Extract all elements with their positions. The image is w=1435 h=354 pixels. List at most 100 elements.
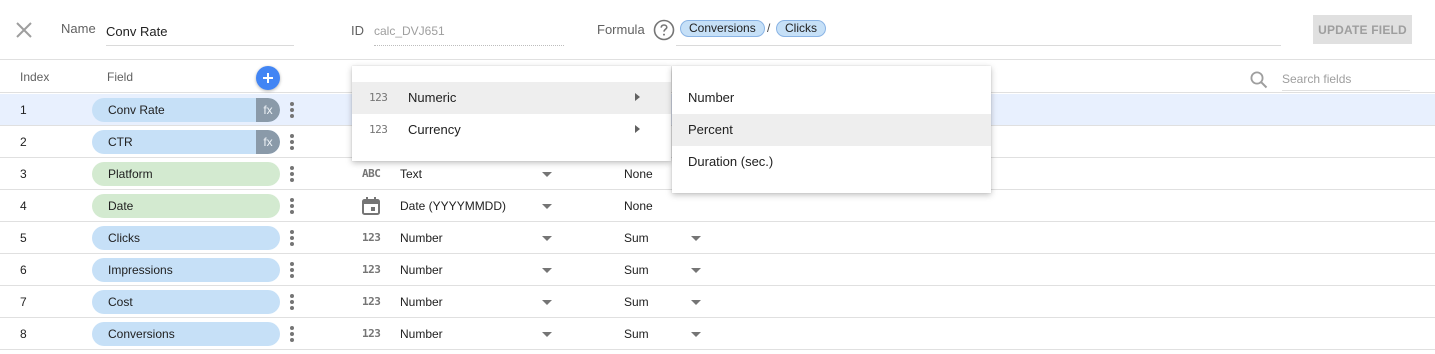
field-editor-bar: Name ID calc_DVJ651 Formula Conversions … bbox=[0, 0, 1435, 60]
row-index: 4 bbox=[20, 199, 27, 213]
aggregation-dropdown-icon[interactable] bbox=[691, 332, 701, 337]
type-select[interactable]: Text bbox=[400, 167, 422, 181]
name-label: Name bbox=[61, 21, 96, 36]
row-index: 7 bbox=[20, 295, 27, 309]
help-icon[interactable] bbox=[653, 19, 675, 41]
aggregation-value: None bbox=[624, 199, 653, 213]
field-chip[interactable]: Date bbox=[92, 194, 280, 218]
aggregation-value: None bbox=[624, 167, 653, 181]
menu-item-label: Currency bbox=[408, 122, 461, 137]
menu-item-duration[interactable]: Duration (sec.) bbox=[672, 146, 991, 178]
type-dropdown-icon[interactable] bbox=[542, 268, 552, 273]
submenu-arrow-icon bbox=[635, 93, 640, 101]
type-select[interactable]: Number bbox=[400, 327, 443, 341]
close-icon[interactable] bbox=[12, 18, 36, 42]
formula-operator: / bbox=[767, 21, 771, 35]
type-dropdown-icon[interactable] bbox=[542, 332, 552, 337]
row-index: 2 bbox=[20, 135, 27, 149]
calendar-icon bbox=[362, 197, 380, 215]
field-chip[interactable]: CTR fx bbox=[92, 130, 280, 154]
more-options-icon[interactable] bbox=[286, 166, 298, 183]
id-field[interactable]: calc_DVJ651 bbox=[374, 18, 564, 46]
type-menu: 123 Numeric 123 Currency bbox=[352, 66, 671, 161]
more-options-icon[interactable] bbox=[286, 262, 298, 279]
menu-item-numeric[interactable]: 123 Numeric bbox=[352, 82, 671, 114]
more-options-icon[interactable] bbox=[286, 102, 298, 119]
more-options-icon[interactable] bbox=[286, 198, 298, 215]
menu-item-label: Duration (sec.) bbox=[688, 154, 774, 169]
search-input[interactable] bbox=[1282, 67, 1410, 91]
row-index: 3 bbox=[20, 167, 27, 181]
formula-chip-conversions[interactable]: Conversions bbox=[680, 20, 765, 37]
aggregation-select[interactable]: Sum bbox=[624, 327, 649, 341]
table-row[interactable]: 6 Impressions 123 Number Sum bbox=[0, 254, 1435, 286]
type-select[interactable]: Number bbox=[400, 263, 443, 277]
name-input[interactable] bbox=[106, 18, 294, 46]
field-chip[interactable]: Conv Rate fx bbox=[92, 98, 280, 122]
aggregation-dropdown-icon[interactable] bbox=[691, 268, 701, 273]
type-select[interactable]: Number bbox=[400, 295, 443, 309]
number-type-icon: 123 bbox=[369, 123, 388, 136]
number-type-icon: 123 bbox=[362, 263, 381, 276]
formula-label: Formula bbox=[597, 22, 645, 37]
table-row[interactable]: 4 Date Date (YYYYMMDD) None bbox=[0, 190, 1435, 222]
menu-item-label: Number bbox=[688, 90, 735, 105]
add-field-button[interactable] bbox=[256, 66, 280, 90]
formula-input[interactable]: Conversions / Clicks bbox=[676, 18, 1281, 46]
menu-item-label: Percent bbox=[688, 122, 733, 137]
menu-item-percent[interactable]: Percent bbox=[672, 114, 991, 146]
type-dropdown-icon[interactable] bbox=[542, 204, 552, 209]
field-name: Platform bbox=[108, 167, 153, 181]
field-chip[interactable]: Impressions bbox=[92, 258, 280, 282]
field-chip[interactable]: Clicks bbox=[92, 226, 280, 250]
aggregation-dropdown-icon[interactable] bbox=[691, 300, 701, 305]
more-options-icon[interactable] bbox=[286, 326, 298, 343]
aggregation-dropdown-icon[interactable] bbox=[691, 236, 701, 241]
more-options-icon[interactable] bbox=[286, 294, 298, 311]
type-select[interactable]: Date (YYYYMMDD) bbox=[400, 199, 506, 213]
number-type-icon: 123 bbox=[362, 327, 381, 340]
number-type-icon: 123 bbox=[362, 231, 381, 244]
field-name: Cost bbox=[108, 295, 133, 309]
type-dropdown-icon[interactable] bbox=[542, 236, 552, 241]
calculated-field-badge: fx bbox=[256, 98, 280, 122]
table-row[interactable]: 7 Cost 123 Number Sum bbox=[0, 286, 1435, 318]
formula-chip-clicks[interactable]: Clicks bbox=[776, 20, 826, 37]
field-name: CTR bbox=[108, 135, 133, 149]
field-name: Conversions bbox=[108, 327, 175, 341]
number-type-icon: 123 bbox=[369, 91, 388, 104]
row-index: 6 bbox=[20, 263, 27, 277]
search-icon bbox=[1250, 71, 1268, 89]
field-chip[interactable]: Conversions bbox=[92, 322, 280, 346]
numeric-submenu: Number Percent Duration (sec.) bbox=[672, 66, 991, 193]
index-header: Index bbox=[20, 70, 50, 84]
number-type-icon: 123 bbox=[362, 295, 381, 308]
field-name: Impressions bbox=[108, 263, 173, 277]
table-row[interactable]: 5 Clicks 123 Number Sum bbox=[0, 222, 1435, 254]
aggregation-select[interactable]: Sum bbox=[624, 263, 649, 277]
row-index: 5 bbox=[20, 231, 27, 245]
row-index: 8 bbox=[20, 327, 27, 341]
aggregation-select[interactable]: Sum bbox=[624, 231, 649, 245]
menu-item-number[interactable]: Number bbox=[672, 82, 991, 114]
id-label: ID bbox=[351, 23, 364, 38]
table-row[interactable]: 8 Conversions 123 Number Sum bbox=[0, 318, 1435, 350]
update-field-button[interactable]: UPDATE FIELD bbox=[1313, 15, 1412, 44]
text-type-icon: ABC bbox=[362, 167, 381, 180]
aggregation-select[interactable]: Sum bbox=[624, 295, 649, 309]
type-dropdown-icon[interactable] bbox=[542, 300, 552, 305]
more-options-icon[interactable] bbox=[286, 230, 298, 247]
field-name: Date bbox=[108, 199, 134, 213]
more-options-icon[interactable] bbox=[286, 134, 298, 151]
field-chip[interactable]: Cost bbox=[92, 290, 280, 314]
submenu-arrow-icon bbox=[635, 125, 640, 133]
menu-item-currency[interactable]: 123 Currency bbox=[352, 114, 671, 146]
field-header: Field bbox=[107, 70, 134, 84]
field-name: Clicks bbox=[108, 231, 140, 245]
type-dropdown-icon[interactable] bbox=[542, 172, 552, 177]
field-name: Conv Rate bbox=[108, 103, 165, 117]
field-chip[interactable]: Platform bbox=[92, 162, 280, 186]
calculated-field-badge: fx bbox=[256, 130, 280, 154]
type-select[interactable]: Number bbox=[400, 231, 443, 245]
row-index: 1 bbox=[20, 103, 27, 117]
